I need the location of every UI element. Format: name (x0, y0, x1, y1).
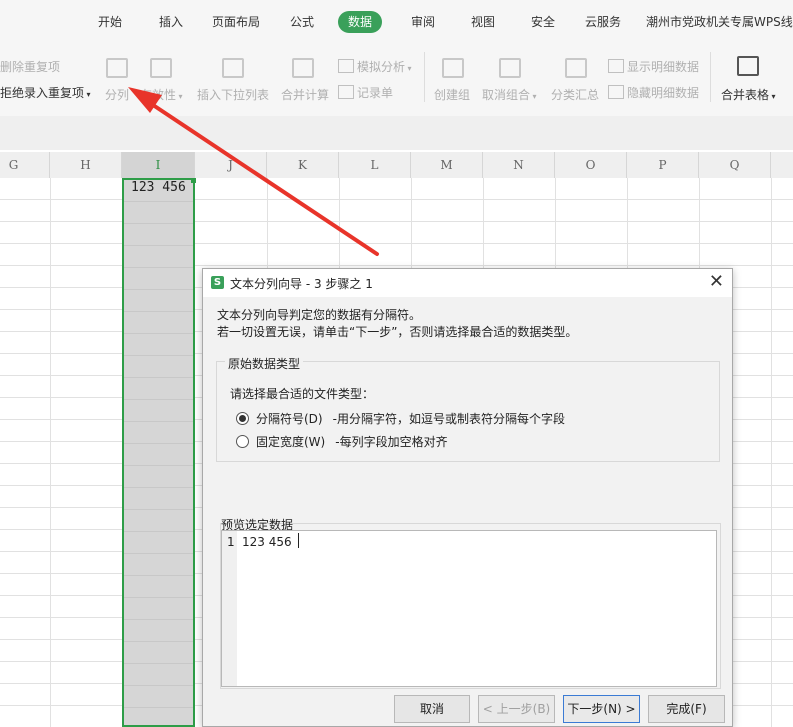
column-header-p[interactable]: P (627, 152, 699, 178)
wps-logo-icon: S (211, 276, 224, 289)
ribbon-separator (710, 52, 711, 102)
radio-fixed-width-desc: -每列字段加空格对齐 (335, 435, 448, 449)
insert-dropdown-icon (222, 58, 244, 78)
dropdown-arrow-icon: ▾ (530, 92, 537, 101)
dropdown-arrow-icon: ▾ (84, 90, 91, 99)
dialog-titlebar: S 文本分列向导 - 3 步骤之 1 ✕ (203, 269, 732, 297)
simulate-label: 模拟分析 (357, 60, 406, 74)
selected-column-i[interactable] (122, 178, 195, 727)
subtotal-icon (565, 58, 587, 78)
tab-wps-special[interactable]: 潮州市党政机关专属WPS线 (646, 11, 793, 33)
selected-column-gridlines (124, 180, 193, 725)
tab-view[interactable]: 视图 (471, 11, 495, 33)
column-header-i[interactable]: I (122, 152, 195, 178)
next-step-button[interactable]: 下一步(N) > (563, 695, 640, 723)
dropdown-arrow-icon: ▾ (405, 64, 412, 73)
cancel-button[interactable]: 取消 (394, 695, 470, 723)
column-break-line[interactable] (298, 533, 299, 548)
radio-delimited-label: 分隔符号(D) (256, 412, 323, 426)
tab-page-layout[interactable]: 页面布局 (212, 11, 260, 33)
radio-fixed-width-label: 固定宽度(W) (256, 435, 326, 449)
record-label: 记录单 (357, 86, 394, 100)
dropdown-arrow-icon: ▾ (769, 92, 776, 101)
create-group-button[interactable]: 创建组 (434, 86, 470, 103)
ribbon-toolbar (0, 44, 793, 116)
merge-calculate-button[interactable]: 合并计算 (281, 86, 329, 103)
ungroup-button[interactable]: 取消组合 ▾ (482, 86, 537, 103)
intro-line-1: 文本分列向导判定您的数据有分隔符。 (217, 308, 422, 322)
hide-detail-label: 隐藏明细数据 (627, 86, 700, 100)
tab-insert[interactable]: 插入 (159, 11, 183, 33)
subtotal-button[interactable]: 分类汇总 (551, 86, 599, 103)
radio-selected-icon (236, 412, 249, 425)
radio-fixed-width[interactable]: 固定宽度(W) -每列字段加空格对齐 (236, 433, 448, 450)
merge-table-icon (737, 56, 759, 76)
reject-duplicates-button[interactable]: 拒绝录入重复项 ▾ (0, 84, 91, 101)
split-column-button[interactable]: 分列 (105, 86, 129, 103)
ribbon-bottom-strip (0, 116, 793, 150)
cell-i1-value[interactable]: 123 456 (131, 180, 186, 195)
validity-icon (150, 58, 172, 78)
column-header-n[interactable]: N (483, 152, 555, 178)
tab-cloud-service[interactable]: 云服务 (585, 11, 621, 33)
preview-gutter (222, 531, 237, 686)
dropdown-arrow-icon: ▾ (176, 92, 183, 101)
simulate-icon (338, 59, 354, 73)
merge-table-button[interactable]: 合并表格 ▾ (721, 86, 776, 103)
column-header-o[interactable]: O (555, 152, 627, 178)
close-icon[interactable]: ✕ (709, 272, 724, 292)
remove-duplicates-button[interactable]: 删除重复项 (0, 58, 60, 75)
prev-step-button[interactable]: < 上一步(B) (478, 695, 555, 723)
choose-type-label: 请选择最合适的文件类型： (230, 387, 375, 401)
grid-line (50, 178, 51, 727)
ribbon-separator (424, 52, 425, 102)
show-detail-label: 显示明细数据 (627, 60, 700, 74)
validity-button[interactable]: 有效性 ▾ (140, 86, 183, 103)
text-split-wizard-dialog: S 文本分列向导 - 3 步骤之 1 ✕ 文本分列向导判定您的数据有分隔符。 若… (202, 268, 733, 727)
ungroup-icon (499, 58, 521, 78)
hide-detail-icon (608, 85, 624, 99)
radio-delimited[interactable]: 分隔符号(D) -用分隔字符，如逗号或制表符分隔每个字段 (236, 410, 565, 427)
column-header-row: G H I J K L M N O P Q (0, 152, 793, 179)
fill-handle[interactable] (191, 178, 196, 183)
tab-data[interactable]: 数据 (338, 11, 383, 33)
merge-table-label: 合并表格 (721, 88, 770, 102)
column-header-k[interactable]: K (267, 152, 339, 178)
ungroup-label: 取消组合 (482, 88, 531, 102)
ribbon-tab-bar: 开始 插入 页面布局 公式 数据 审阅 视图 安全 云服务 潮州市党政机关专属W… (0, 0, 793, 44)
column-header-j[interactable]: J (195, 152, 267, 178)
preview-line-number: 1 (227, 535, 235, 549)
merge-calc-icon (292, 58, 314, 78)
validity-label: 有效性 (140, 88, 177, 102)
insert-dropdown-list-button[interactable]: 插入下拉列表 (197, 86, 269, 103)
column-header-l[interactable]: L (339, 152, 411, 178)
intro-line-2: 若一切设置无误，请单击“下一步”，否则请选择最合适的数据类型。 (217, 325, 578, 339)
grid-line (771, 178, 772, 727)
split-column-icon (106, 58, 128, 78)
preview-line-text: 123 456 (242, 535, 292, 549)
dialog-title: 文本分列向导 - 3 步骤之 1 (230, 277, 373, 291)
tab-review[interactable]: 审阅 (411, 11, 435, 33)
create-group-icon (442, 58, 464, 78)
column-header-h[interactable]: H (50, 152, 122, 178)
preview-area[interactable]: 1 123 456 (221, 530, 717, 687)
column-header-m[interactable]: M (411, 152, 483, 178)
radio-delimited-desc: -用分隔字符，如逗号或制表符分隔每个字段 (332, 412, 565, 426)
show-detail-button[interactable]: 显示明细数据 (608, 58, 699, 75)
radio-unselected-icon (236, 435, 249, 448)
finish-button[interactable]: 完成(F) (648, 695, 725, 723)
column-header-g[interactable]: G (0, 152, 50, 178)
hide-detail-button[interactable]: 隐藏明细数据 (608, 84, 699, 101)
tab-formula[interactable]: 公式 (290, 11, 314, 33)
data-type-group-label: 原始数据类型 (225, 355, 304, 372)
show-detail-icon (608, 59, 624, 73)
tab-home[interactable]: 开始 (98, 11, 122, 33)
record-icon (338, 85, 354, 99)
column-header-q[interactable]: Q (699, 152, 771, 178)
record-form-button[interactable]: 记录单 (338, 84, 393, 101)
tab-security[interactable]: 安全 (531, 11, 555, 33)
reject-duplicates-label: 拒绝录入重复项 (0, 86, 85, 100)
simulate-analysis-button[interactable]: 模拟分析 ▾ (338, 58, 412, 75)
